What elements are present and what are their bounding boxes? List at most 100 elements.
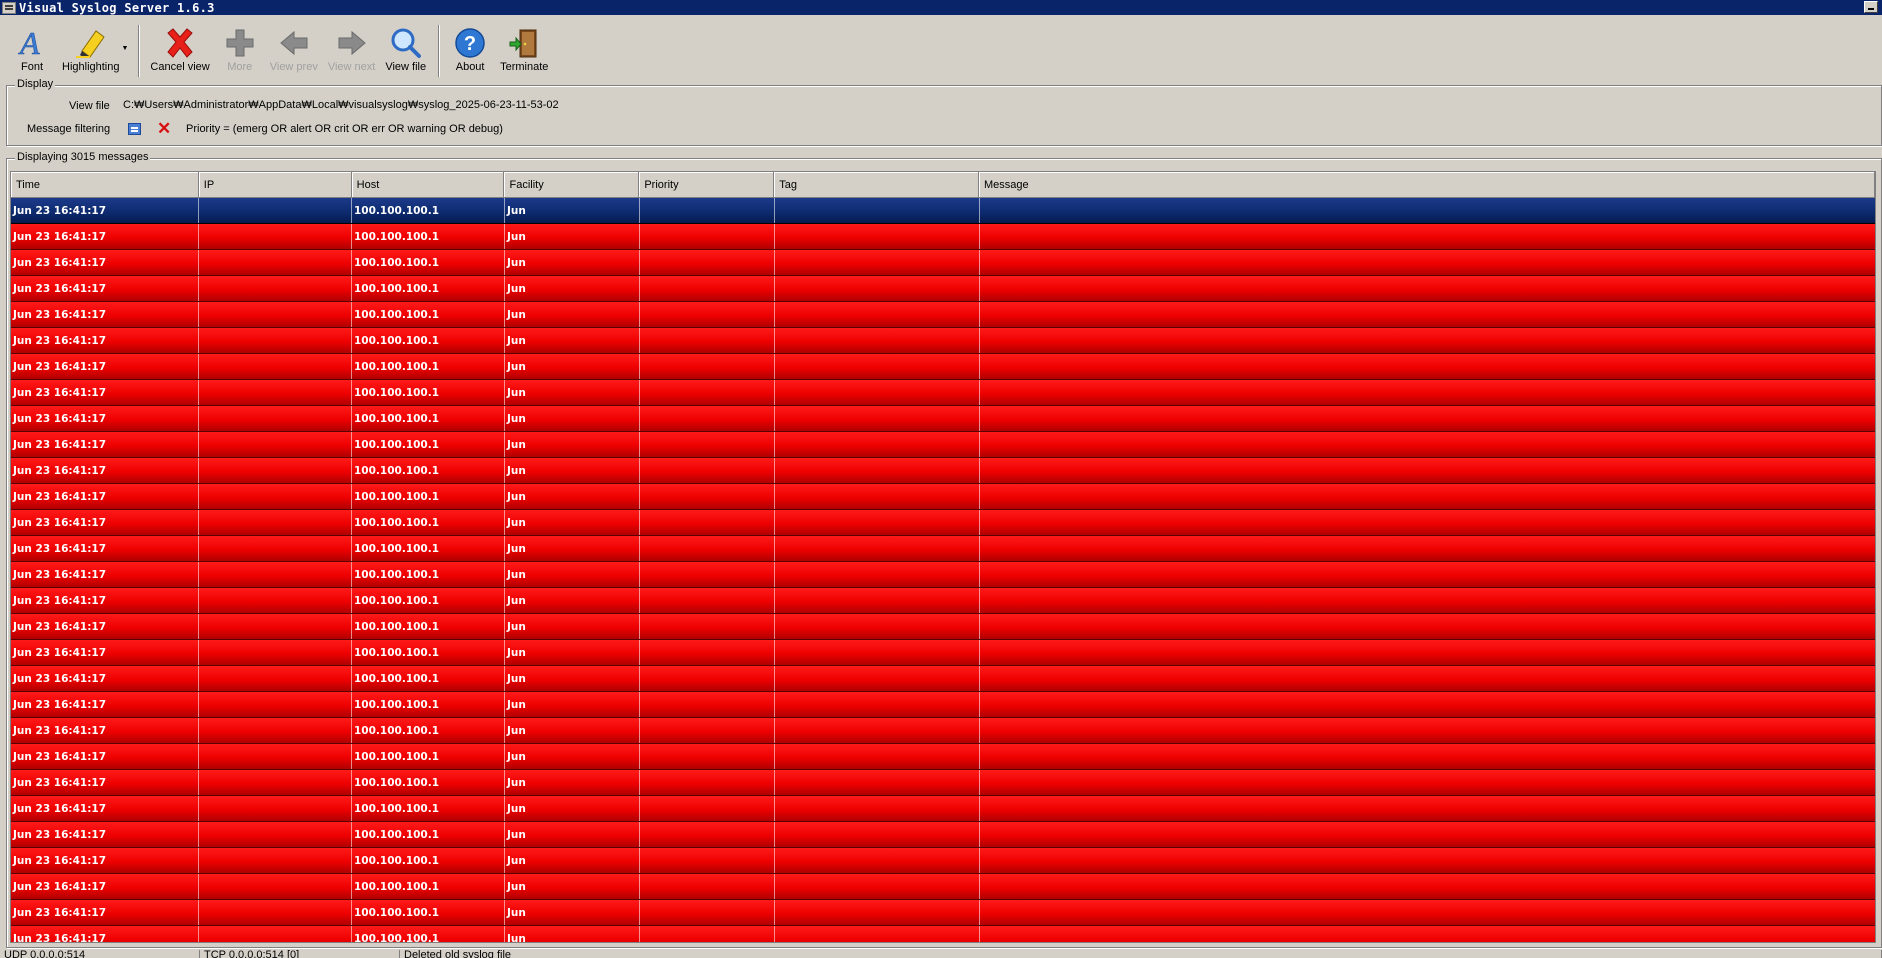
font-button[interactable]: A Font <box>12 15 52 77</box>
cell-facility: Jun <box>505 198 640 223</box>
cell-ip <box>199 484 352 509</box>
cell-tag <box>775 198 980 223</box>
edit-filter-icon[interactable] <box>128 123 141 135</box>
cell-tag <box>775 562 980 587</box>
column-header-priority[interactable]: Priority <box>639 172 775 198</box>
view-file-path: C:₩Users₩Administrator₩AppData₩Local₩vis… <box>123 99 559 111</box>
cell-message <box>980 406 1875 431</box>
status-message: Deleted old syslog file <box>400 950 1882 958</box>
table-row[interactable]: Jun 23 16:41:17 100.100.100.1 Jun <box>11 744 1875 770</box>
table-row[interactable]: Jun 23 16:41:17 100.100.100.1 Jun <box>11 770 1875 796</box>
cell-host: 100.100.100.1 <box>352 354 505 379</box>
cell-facility: Jun <box>505 770 640 795</box>
view-prev-button[interactable]: View prev <box>270 15 318 77</box>
cell-ip <box>199 224 352 249</box>
table-row[interactable]: Jun 23 16:41:17 100.100.100.1 Jun <box>11 406 1875 432</box>
cell-priority <box>640 666 775 691</box>
table-row[interactable]: Jun 23 16:41:17 100.100.100.1 Jun <box>11 224 1875 250</box>
table-row[interactable]: Jun 23 16:41:17 100.100.100.1 Jun <box>11 588 1875 614</box>
cell-host: 100.100.100.1 <box>352 484 505 509</box>
clear-filter-icon[interactable]: ✕ <box>157 120 171 137</box>
highlighting-dropdown-arrow-icon[interactable]: ▼ <box>121 45 128 52</box>
about-button[interactable]: ? About <box>450 15 490 77</box>
cell-priority <box>640 822 775 847</box>
cell-tag <box>775 406 980 431</box>
table-row[interactable]: Jun 23 16:41:17 100.100.100.1 Jun <box>11 458 1875 484</box>
table-row[interactable]: Jun 23 16:41:17 100.100.100.1 Jun <box>11 276 1875 302</box>
column-header-time[interactable]: Time <box>11 172 199 198</box>
table-row[interactable]: Jun 23 16:41:17 100.100.100.1 Jun <box>11 562 1875 588</box>
table-row[interactable]: Jun 23 16:41:17 100.100.100.1 Jun <box>11 432 1875 458</box>
table-row[interactable]: Jun 23 16:41:17 100.100.100.1 Jun <box>11 302 1875 328</box>
cell-priority <box>640 614 775 639</box>
cell-facility: Jun <box>505 510 640 535</box>
cell-message <box>980 666 1875 691</box>
cell-ip <box>199 848 352 873</box>
display-group-label: Display <box>15 78 56 90</box>
cell-message <box>980 224 1875 249</box>
view-next-button[interactable]: View next <box>328 15 375 77</box>
view-file-button[interactable]: View file <box>385 15 426 77</box>
table-row[interactable]: Jun 23 16:41:17 100.100.100.1 Jun <box>11 250 1875 276</box>
cell-ip <box>199 718 352 743</box>
table-row[interactable]: Jun 23 16:41:17 100.100.100.1 Jun <box>11 380 1875 406</box>
table-row[interactable]: Jun 23 16:41:17 100.100.100.1 Jun <box>11 822 1875 848</box>
terminate-button[interactable]: Terminate <box>500 15 548 77</box>
table-row[interactable]: Jun 23 16:41:17 100.100.100.1 Jun <box>11 848 1875 874</box>
table-row[interactable]: Jun 23 16:41:17 100.100.100.1 Jun <box>11 692 1875 718</box>
cell-host: 100.100.100.1 <box>352 718 505 743</box>
table-body: Jun 23 16:41:17 100.100.100.1 Jun Jun 23 16… <box>11 198 1875 942</box>
cell-host: 100.100.100.1 <box>352 536 505 561</box>
table-row[interactable]: Jun 23 16:41:17 100.100.100.1 Jun <box>11 900 1875 926</box>
column-header-tag[interactable]: Tag <box>774 172 979 198</box>
cell-priority <box>640 926 775 942</box>
cell-facility: Jun <box>505 536 640 561</box>
cell-facility: Jun <box>505 458 640 483</box>
cell-time: Jun 23 16:41:17 <box>11 744 199 769</box>
cell-message <box>980 848 1875 873</box>
table-row[interactable]: Jun 23 16:41:17 100.100.100.1 Jun <box>11 926 1875 942</box>
table-row[interactable]: Jun 23 16:41:17 100.100.100.1 Jun <box>11 354 1875 380</box>
plus-icon <box>220 25 260 61</box>
cell-priority <box>640 900 775 925</box>
table-row[interactable]: Jun 23 16:41:17 100.100.100.1 Jun <box>11 640 1875 666</box>
table-row[interactable]: Jun 23 16:41:17 100.100.100.1 Jun <box>11 198 1875 224</box>
cell-host: 100.100.100.1 <box>352 588 505 613</box>
table-row[interactable]: Jun 23 16:41:17 100.100.100.1 Jun <box>11 666 1875 692</box>
cell-host: 100.100.100.1 <box>352 328 505 353</box>
table-row[interactable]: Jun 23 16:41:17 100.100.100.1 Jun <box>11 328 1875 354</box>
cell-host: 100.100.100.1 <box>352 744 505 769</box>
cell-time: Jun 23 16:41:17 <box>11 198 199 223</box>
column-header-host[interactable]: Host <box>351 172 505 198</box>
column-header-message[interactable]: Message <box>978 172 1875 198</box>
table-row[interactable]: Jun 23 16:41:17 100.100.100.1 Jun <box>11 718 1875 744</box>
column-header-ip[interactable]: IP <box>198 172 352 198</box>
minimize-button[interactable] <box>1864 1 1878 13</box>
cell-priority <box>640 640 775 665</box>
cell-priority <box>640 380 775 405</box>
cell-tag <box>775 770 980 795</box>
cell-facility: Jun <box>505 224 640 249</box>
cell-host: 100.100.100.1 <box>352 666 505 691</box>
table-row[interactable]: Jun 23 16:41:17 100.100.100.1 Jun <box>11 510 1875 536</box>
table-row[interactable]: Jun 23 16:41:17 100.100.100.1 Jun <box>11 874 1875 900</box>
cell-message <box>980 198 1875 223</box>
cell-time: Jun 23 16:41:17 <box>11 666 199 691</box>
column-header-facility[interactable]: Facility <box>504 172 640 198</box>
cell-host: 100.100.100.1 <box>352 900 505 925</box>
messages-table[interactable]: Time IP Host Facility Priority Tag Messa… <box>10 171 1876 943</box>
cell-time: Jun 23 16:41:17 <box>11 328 199 353</box>
table-row[interactable]: Jun 23 16:41:17 100.100.100.1 Jun <box>11 796 1875 822</box>
display-group: Display View file C:₩Users₩Administrator… <box>6 78 1882 146</box>
cell-ip <box>199 432 352 457</box>
cell-message <box>980 458 1875 483</box>
table-row[interactable]: Jun 23 16:41:17 100.100.100.1 Jun <box>11 484 1875 510</box>
highlighting-button[interactable]: Highlighting <box>62 15 119 77</box>
table-row[interactable]: Jun 23 16:41:17 100.100.100.1 Jun <box>11 614 1875 640</box>
cell-host: 100.100.100.1 <box>352 822 505 847</box>
table-row[interactable]: Jun 23 16:41:17 100.100.100.1 Jun <box>11 536 1875 562</box>
more-button[interactable]: More <box>220 15 260 77</box>
cell-message <box>980 510 1875 535</box>
cell-priority <box>640 276 775 301</box>
cancel-view-button[interactable]: Cancel view <box>150 15 210 77</box>
